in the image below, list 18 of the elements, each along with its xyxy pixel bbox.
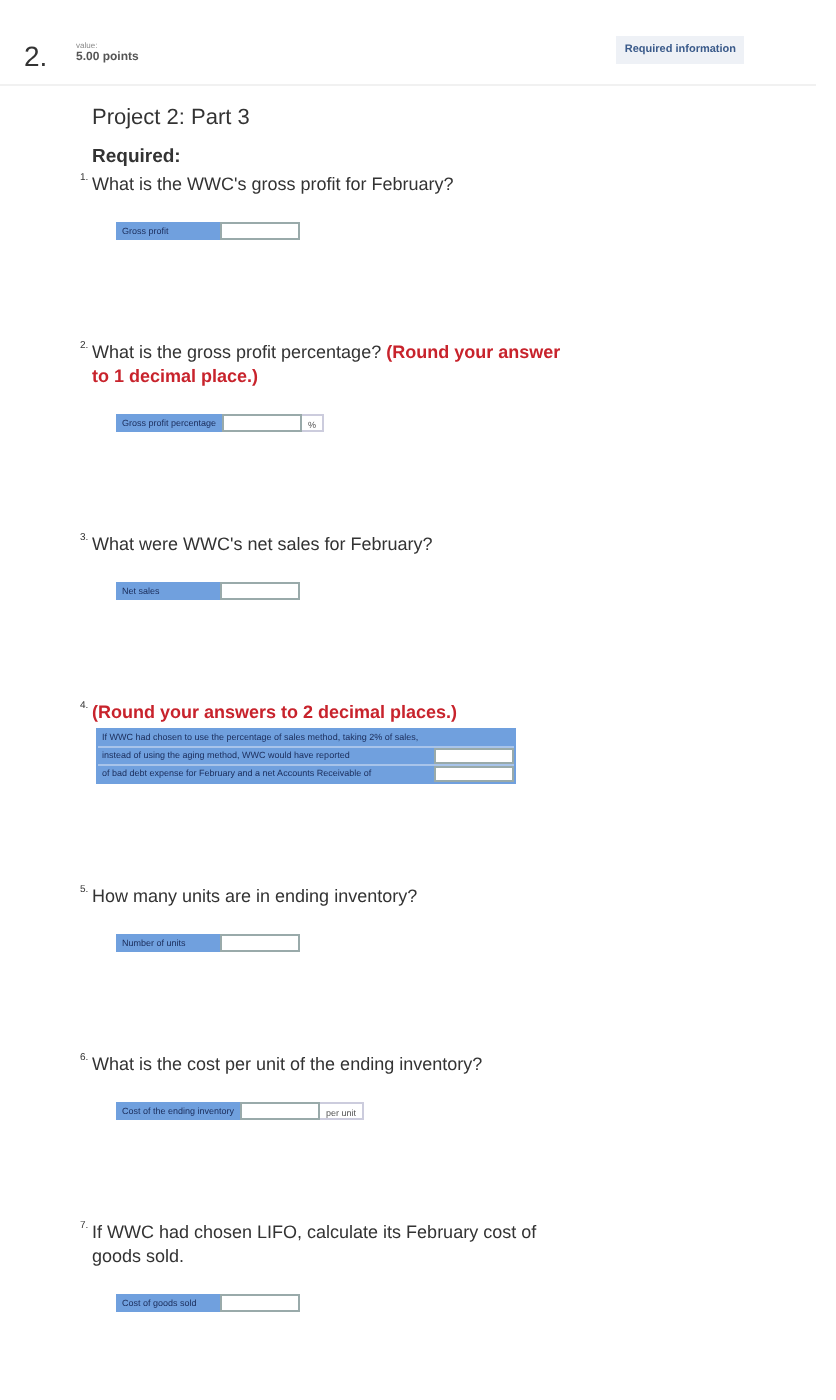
question-number: 2. (24, 40, 50, 72)
answer-field[interactable] (220, 222, 300, 240)
question-text: What were WWC's net sales for February? (92, 532, 433, 556)
question-text: How many units are in ending inventory? (92, 884, 418, 908)
answer-field[interactable] (220, 934, 300, 952)
answer-field[interactable] (434, 748, 514, 764)
project-title: Project 2: Part 3 (92, 104, 252, 132)
answer-field[interactable] (222, 414, 303, 432)
question-text: (Round your answers to 2 decimal places.) (92, 700, 458, 724)
question-text: What is the cost per unit of the ending inventory? (92, 1052, 483, 1076)
answer-field[interactable] (240, 1102, 321, 1120)
question-text: If WWC had chosen LIFO, calculate its February cost of goods sold. (92, 1220, 539, 1268)
answer-field[interactable] (220, 1294, 300, 1312)
question-text: What is the gross profit percentage? (Round your answer to 1 decimal place.) (92, 340, 563, 388)
answer-field[interactable] (434, 766, 514, 782)
question-text: What is the WWC's gross profit for February? (92, 172, 454, 196)
answer-field[interactable] (220, 582, 300, 600)
required-label: Required: (92, 146, 183, 168)
